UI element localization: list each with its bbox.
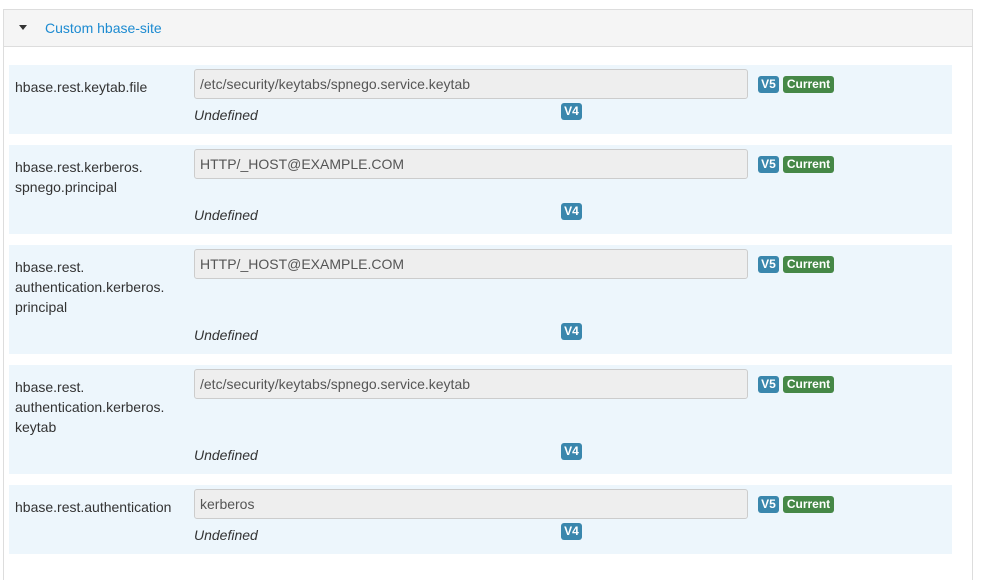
caret-down-icon[interactable] [19,25,27,30]
property-label: hbase.rest.kerberos. spnego.principal [15,159,143,195]
v5-badge: V5 [758,256,779,273]
panel-header[interactable]: Custom hbase-site [4,10,972,47]
v5-badge: V5 [758,496,779,513]
v4-badge: V4 [561,443,582,460]
current-badge: Current [783,76,834,93]
compare-value: Undefined [194,207,258,223]
property-label: hbase.rest.authentication [15,499,172,515]
property-row: hbase.rest. authentication.kerberos. pri… [9,245,952,354]
v4-badge: V4 [561,523,582,540]
property-value-input[interactable]: HTTP/_HOST@EXAMPLE.COM [194,149,748,179]
property-value-input[interactable]: /etc/security/keytabs/spnego.service.key… [194,69,748,99]
current-badge: Current [783,156,834,173]
property-value-input[interactable]: kerberos [194,489,748,519]
v4-badge: V4 [561,103,582,120]
property-row: hbase.rest.kerberos. spnego.principal HT… [9,145,952,234]
property-label: hbase.rest. authentication.kerberos. pri… [15,259,165,315]
property-label: hbase.rest.keytab.file [15,79,148,95]
property-value-input[interactable]: HTTP/_HOST@EXAMPLE.COM [194,249,748,279]
v5-badge: V5 [758,156,779,173]
property-row: hbase.rest.keytab.file /etc/security/key… [9,65,952,134]
compare-value: Undefined [194,447,258,463]
property-value-input[interactable]: /etc/security/keytabs/spnego.service.key… [194,369,748,399]
property-row: hbase.rest. authentication.kerberos. key… [9,365,952,474]
compare-value: Undefined [194,327,258,343]
current-badge: Current [783,256,834,273]
compare-value: Undefined [194,107,258,123]
v4-badge: V4 [561,203,582,220]
current-badge: Current [783,376,834,393]
section-title[interactable]: Custom hbase-site [45,20,162,36]
property-label: hbase.rest. authentication.kerberos. key… [15,379,165,435]
compare-value: Undefined [194,527,258,543]
property-row: hbase.rest.authentication kerberos V5 Cu… [9,485,952,554]
v5-badge: V5 [758,76,779,93]
v4-badge: V4 [561,323,582,340]
current-badge: Current [783,496,834,513]
v5-badge: V5 [758,376,779,393]
